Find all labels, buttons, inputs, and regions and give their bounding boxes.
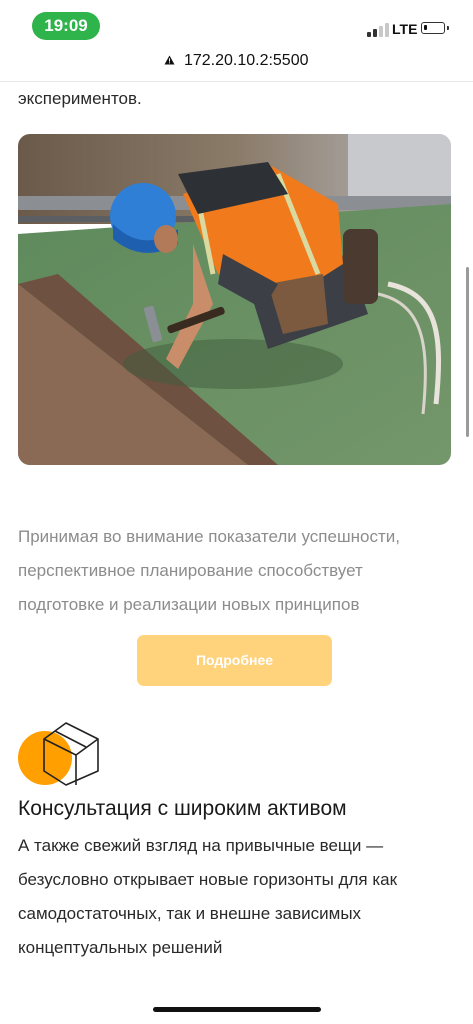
paragraph-line: подготовке и реализации новых принципов: [18, 595, 360, 614]
status-time: 19:09: [32, 12, 100, 40]
scrollbar[interactable]: [466, 267, 469, 437]
construction-worker-photo: [18, 134, 451, 465]
warning-triangle-icon: [164, 52, 175, 70]
signal-icon: [367, 23, 389, 37]
feature-text-line: самодостаточных, так и внешне зависимых: [18, 904, 362, 923]
paragraph-line: перспективное планирование способствует: [18, 561, 363, 580]
description-paragraph: Принимая во внимание показатели успешнос…: [18, 520, 458, 622]
more-button[interactable]: Подробнее: [137, 635, 332, 686]
feature-title: Консультация с широким активом: [18, 797, 347, 820]
feature-text-line: А также свежий взгляд на привычные вещи …: [18, 836, 384, 855]
feature-description: А также свежий взгляд на привычные вещи …: [18, 829, 458, 965]
address-bar-divider: [0, 81, 473, 82]
paragraph-line: Принимая во внимание показатели успешнос…: [18, 527, 400, 546]
battery-icon: [421, 22, 449, 34]
network-type: LTE: [392, 21, 418, 37]
address-bar[interactable]: 172.20.10.2:5500: [0, 52, 473, 80]
url-text: 172.20.10.2:5500: [183, 52, 309, 69]
feature-text-line: концептуальных решений: [18, 938, 223, 957]
home-indicator[interactable]: [153, 1007, 321, 1012]
paragraph-tail: экспериментов.: [18, 89, 142, 108]
cube-orange-circle-icon: [18, 721, 102, 787]
feature-text-line: безусловно открывает новые горизонты для…: [18, 870, 398, 889]
status-bar: 19:09 LTE: [0, 0, 473, 50]
